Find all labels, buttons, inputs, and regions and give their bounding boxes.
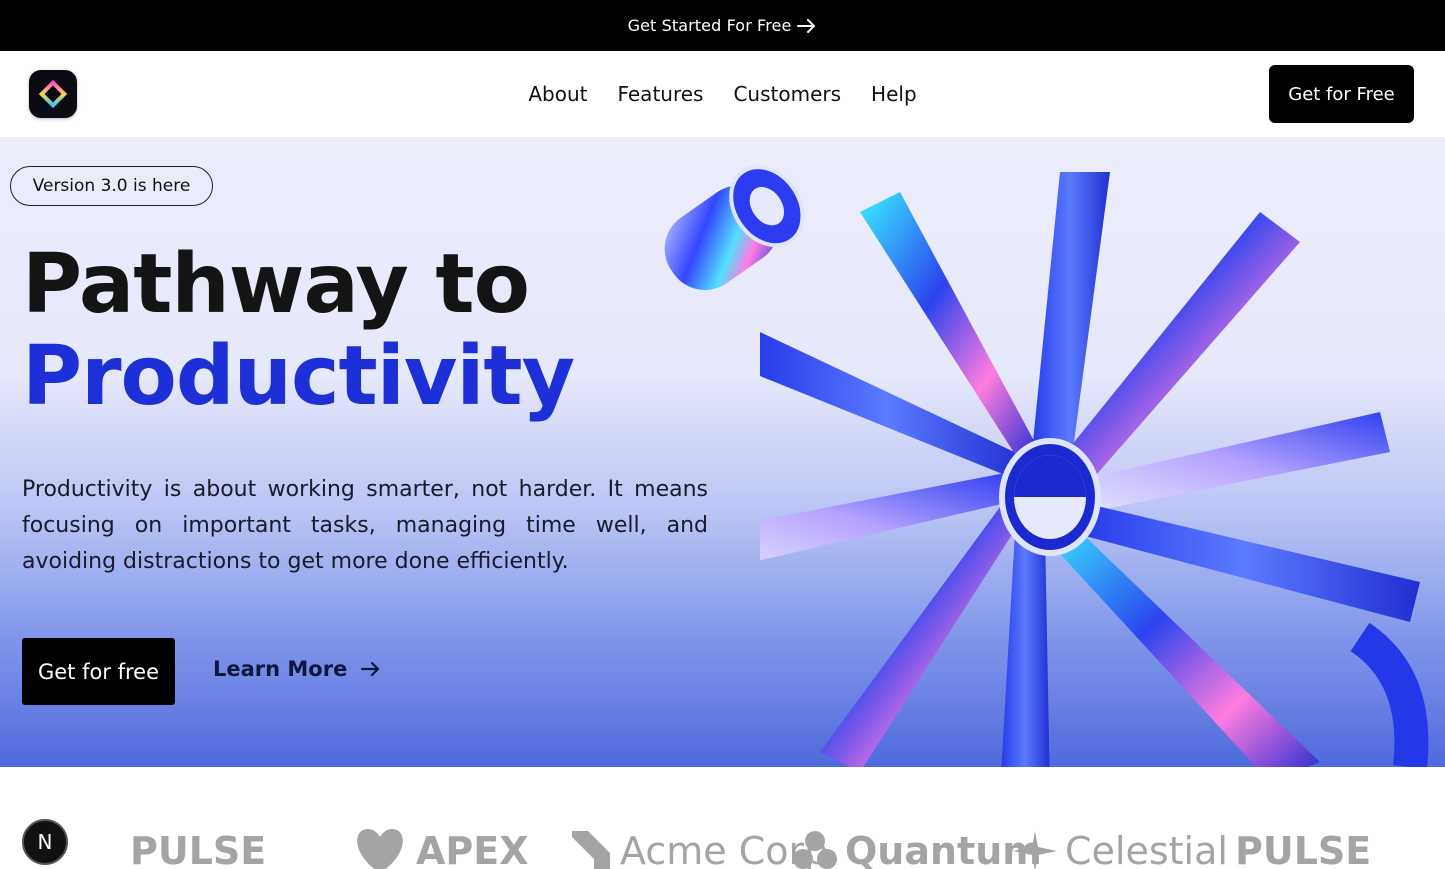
logo-celestial: Celestial [1013,829,1228,869]
logo-pulse: PULSE [130,829,267,869]
dev-tools-badge[interactable]: N [22,819,68,865]
diamond-logo-icon [38,79,68,109]
version-badge[interactable]: Version 3.0 is here [10,166,213,206]
nav-about[interactable]: About [528,82,587,106]
customer-logos-strip: PULSE APEX Acme Corp Quantum Celestial P… [0,767,1445,869]
get-started-link[interactable]: Get Started For Free [628,16,818,35]
logo-apex: APEX [352,829,529,869]
nav-help[interactable]: Help [871,82,917,106]
learn-more-link[interactable]: Learn More [213,657,381,681]
logo-quantum: Quantum [793,829,1042,869]
arrow-right-icon [797,18,816,33]
headline-line-2: Productivity [22,329,575,424]
heart-icon [357,829,403,869]
logo-pulse-repeat: PULSE [1235,829,1372,869]
flower-illustration [760,172,1429,767]
nav-links: About Features Customers Help [0,51,1445,137]
logo-acme-corp: Acme Corp [572,829,828,869]
app-logo[interactable] [29,70,77,118]
headline-line-1: Pathway to [22,237,530,332]
navbar: About Features Customers Help Get for Fr… [0,51,1445,137]
sparkle-icon [1013,831,1057,869]
learn-more-label: Learn More [213,657,348,681]
get-for-free-button[interactable]: Get for Free [1269,65,1414,123]
arrow-right-icon [361,662,380,676]
nav-customers[interactable]: Customers [733,82,841,106]
nav-features[interactable]: Features [617,82,703,106]
announcement-label: Get Started For Free [627,16,792,35]
chevron-stack-icon [572,831,610,869]
hero-headline: Pathway to Productivity [22,237,575,424]
clover-icon [793,831,837,869]
hero-section: Version 3.0 is here Pathway to Productiv… [0,137,1445,767]
announcement-bar: Get Started For Free [0,0,1445,51]
get-for-free-hero-button[interactable]: Get for free [22,638,175,705]
hero-description: Productivity is about working smarter, n… [22,477,708,574]
